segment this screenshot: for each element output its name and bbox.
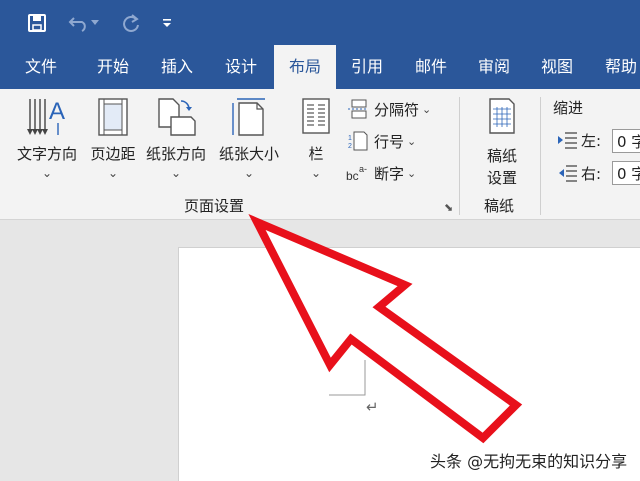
page-margin-corner-mark [329,360,366,396]
hyphenation-button[interactable]: bc a- 断字 ⌄ [346,161,416,185]
undo-dropdown-icon[interactable] [88,8,102,38]
orientation-button[interactable]: 纸张方向 ⌄ [140,89,212,189]
tab-home[interactable]: 开始 [84,45,142,89]
line-numbers-label: 行号 [374,132,405,151]
tab-layout[interactable]: 布局 [274,45,336,89]
document-page[interactable] [178,247,640,481]
tab-review[interactable]: 审阅 [465,45,523,89]
page-setup-group-label: 页面设置 [184,197,245,215]
chevron-down-icon: ⌄ [107,166,119,180]
ribbon-panel: A 文字方向 ⌄ 页边距 ⌄ 纸张方向 ⌄ 纸张大小 ⌄ 栏 ⌄ 分隔符 ⌄ 1… [0,89,640,220]
svg-text:A: A [49,98,65,125]
save-icon[interactable] [22,8,52,38]
chevron-down-icon: ⌄ [170,166,182,180]
indent-right-row: 右: [556,160,601,186]
orientation-icon [158,98,196,136]
chevron-down-icon: ⌄ [407,134,417,148]
indent-left-input[interactable]: 0 字 [612,129,640,153]
redo-icon[interactable] [116,8,146,38]
indent-title: 缩进 [553,99,584,117]
line-numbers-icon: 12 [346,129,370,153]
manuscript-label-line2: 设置 [486,169,517,187]
indent-right-input[interactable]: 0 字 [612,161,640,185]
tab-design[interactable]: 设计 [212,45,270,89]
svg-text:a-: a- [359,164,367,174]
hyphenation-label: 断字 [374,164,405,183]
tab-view[interactable]: 视图 [528,45,586,89]
size-icon [232,98,265,136]
hyphenation-icon: bc a- [346,161,370,185]
group-divider [459,97,460,215]
tab-file[interactable]: 文件 [12,45,70,89]
chevron-down-icon: ⌄ [41,166,53,180]
text-direction-icon: A [27,98,65,135]
columns-icon [302,98,330,134]
orientation-label: 纸张方向 [145,145,206,163]
columns-label: 栏 [308,145,324,163]
margins-button[interactable]: 页边距 ⌄ [84,89,142,189]
size-button[interactable]: 纸张大小 ⌄ [212,89,286,189]
customize-icon[interactable] [156,8,178,38]
line-numbers-button[interactable]: 12 行号 ⌄ [346,129,416,153]
columns-button[interactable]: 栏 ⌄ [294,89,338,189]
tab-help[interactable]: 帮助 [592,45,640,89]
group-divider [540,97,541,215]
chevron-down-icon: ⌄ [407,166,417,180]
chevron-down-icon: ⌄ [310,166,322,180]
title-bar [0,0,640,45]
margins-label: 页边距 [90,145,136,163]
tab-insert[interactable]: 插入 [148,45,206,89]
tab-references[interactable]: 引用 [338,45,396,89]
ribbon-tabs: 文件 开始 插入 设计 布局 引用 邮件 审阅 视图 帮助 [0,45,640,89]
text-direction-button[interactable]: A 文字方向 ⌄ [8,89,86,189]
size-label: 纸张大小 [218,145,279,163]
dialog-launcher-icon[interactable]: ⬊ [444,201,453,214]
manuscript-label-line1: 稿纸 [486,147,517,165]
chevron-down-icon: ⌄ [422,102,432,116]
indent-left-row: 左: [556,127,601,153]
breaks-button[interactable]: 分隔符 ⌄ [346,97,431,121]
text-direction-label: 文字方向 [16,145,77,163]
margins-icon [98,98,128,136]
svg-text:bc: bc [346,169,359,183]
svg-text:2: 2 [348,143,352,150]
indent-right-label: 右: [581,164,602,183]
manuscript-group-label: 稿纸 [484,197,515,215]
indent-left-icon [558,132,577,149]
indent-left-label: 左: [581,131,602,150]
svg-text:1: 1 [348,135,352,142]
breaks-label: 分隔符 [374,100,420,119]
manuscript-settings-button[interactable]: 稿纸 设置 [474,89,530,189]
chevron-down-icon: ⌄ [243,166,255,180]
indent-right-icon [559,165,577,182]
breaks-icon [346,97,370,121]
paragraph-mark: ↵ [366,398,379,416]
manuscript-icon [489,98,515,134]
watermark-text: 头条 @无拘无束的知识分享 [430,452,628,471]
tab-mailings[interactable]: 邮件 [402,45,460,89]
